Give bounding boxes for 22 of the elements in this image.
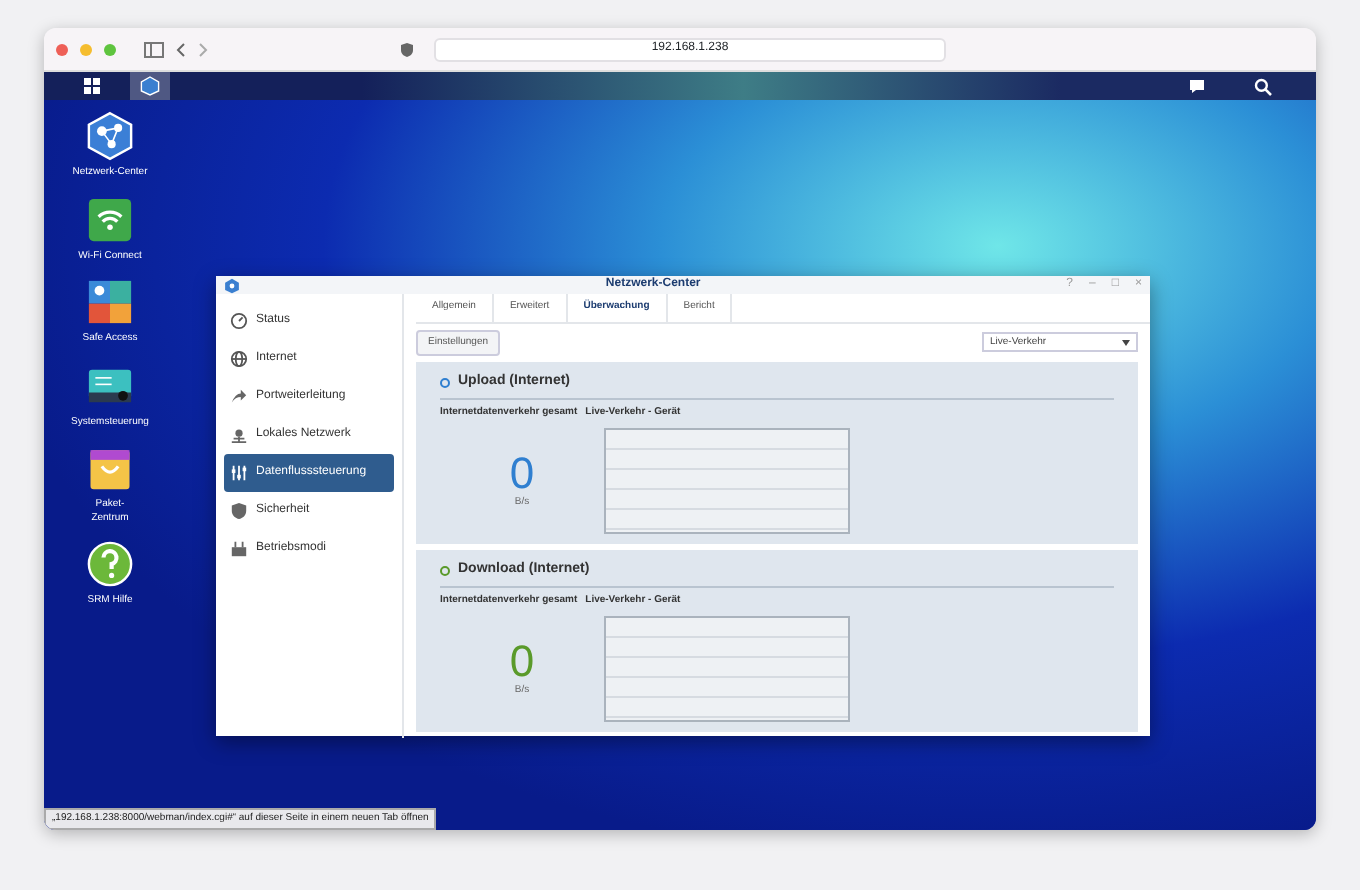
- search-icon[interactable]: [1254, 77, 1272, 95]
- arrow-icon: [230, 388, 248, 406]
- chat-icon[interactable]: [1188, 78, 1206, 94]
- traffic-value: 0: [509, 451, 535, 496]
- caret-icon: [1122, 339, 1130, 346]
- shield-icon[interactable]: [400, 41, 414, 57]
- shield-icon: [230, 502, 248, 520]
- traffic-value: 0: [509, 639, 535, 684]
- sidebar-icon[interactable]: [144, 41, 164, 57]
- sliders-icon: [230, 464, 248, 482]
- wifi-icon: [84, 193, 136, 245]
- close-button[interactable]: [56, 43, 68, 55]
- help-icon: [84, 538, 136, 590]
- taskbar-app-button[interactable]: [130, 72, 170, 100]
- network-icon: [230, 426, 248, 444]
- app-tiles-icon: [84, 276, 136, 328]
- back-icon[interactable]: [176, 41, 186, 57]
- main-menu-icon[interactable]: [82, 76, 102, 96]
- router-icon: [230, 540, 248, 558]
- globe-icon: [230, 350, 248, 368]
- gauge-icon: [230, 312, 248, 330]
- network-icon: [84, 110, 136, 162]
